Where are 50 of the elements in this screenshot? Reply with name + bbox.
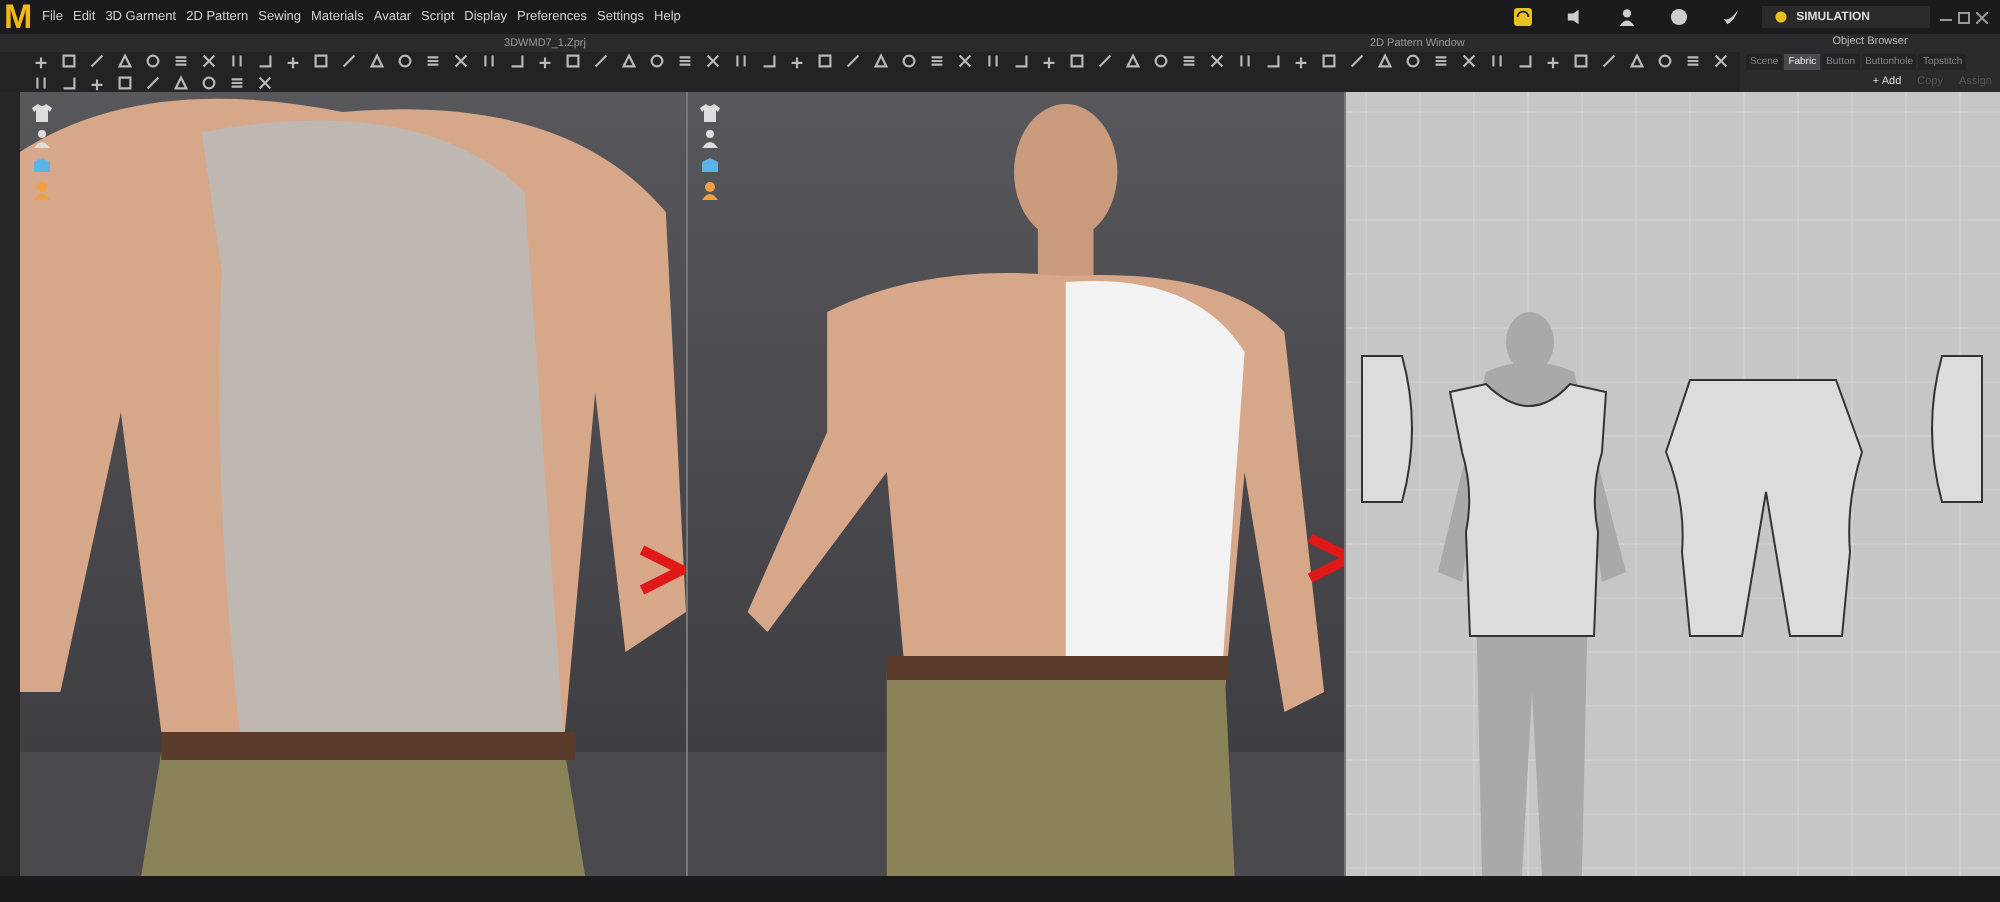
tool-icon[interactable] — [256, 52, 274, 70]
tool-icon[interactable] — [284, 52, 302, 70]
tool-icon[interactable] — [984, 52, 1002, 70]
tool-icon[interactable] — [88, 74, 106, 92]
tool-icon[interactable] — [1040, 52, 1058, 70]
tool-icon[interactable] — [256, 74, 274, 92]
figure-icon[interactable] — [32, 130, 52, 148]
tool-icon[interactable] — [424, 52, 442, 70]
tool-icon[interactable] — [1544, 52, 1562, 70]
tool-icon[interactable] — [228, 52, 246, 70]
tool-icon[interactable] — [1236, 52, 1254, 70]
tool-icon[interactable] — [704, 52, 722, 70]
bird-icon[interactable] — [1722, 8, 1741, 26]
tool-icon[interactable] — [228, 74, 246, 92]
tool-icon[interactable] — [1460, 52, 1478, 70]
tool-icon[interactable] — [1012, 52, 1030, 70]
tool-icon[interactable] — [956, 52, 974, 70]
tool-icon[interactable] — [676, 52, 694, 70]
figure-icon[interactable] — [700, 182, 720, 200]
tool-icon[interactable] — [508, 52, 526, 70]
tool-icon[interactable] — [480, 52, 498, 70]
maximize-icon[interactable] — [1958, 11, 1970, 23]
tool-icon[interactable] — [1712, 52, 1730, 70]
tool-icon[interactable] — [1180, 52, 1198, 70]
tool-icon[interactable] — [1488, 52, 1506, 70]
tool-icon[interactable] — [1684, 52, 1702, 70]
tool-icon[interactable] — [172, 52, 190, 70]
user-icon[interactable] — [1618, 8, 1637, 26]
tool-icon[interactable] — [1516, 52, 1534, 70]
shirt-icon[interactable] — [32, 104, 52, 122]
tool-icon[interactable] — [200, 52, 218, 70]
tool-icon[interactable] — [1264, 52, 1282, 70]
tool-icon[interactable] — [1432, 52, 1450, 70]
figure-icon[interactable] — [700, 130, 720, 148]
speaker-icon[interactable] — [1566, 8, 1585, 26]
tool-icon[interactable] — [732, 52, 750, 70]
tool-icon[interactable] — [928, 52, 946, 70]
close-icon[interactable] — [1976, 11, 1988, 23]
tool-icon[interactable] — [32, 74, 50, 92]
refresh-icon[interactable] — [1514, 8, 1533, 26]
tool-icon[interactable] — [1208, 52, 1226, 70]
tool-icon[interactable] — [536, 52, 554, 70]
tool-icon[interactable] — [1292, 52, 1310, 70]
tool-icon[interactable] — [760, 52, 778, 70]
tool-icon[interactable] — [788, 52, 806, 70]
tool-icon[interactable] — [452, 52, 470, 70]
cube-icon[interactable] — [700, 156, 720, 174]
tool-icon[interactable] — [32, 52, 50, 70]
app-logo: M — [4, 0, 32, 34]
shirt-icon[interactable] — [700, 104, 720, 122]
